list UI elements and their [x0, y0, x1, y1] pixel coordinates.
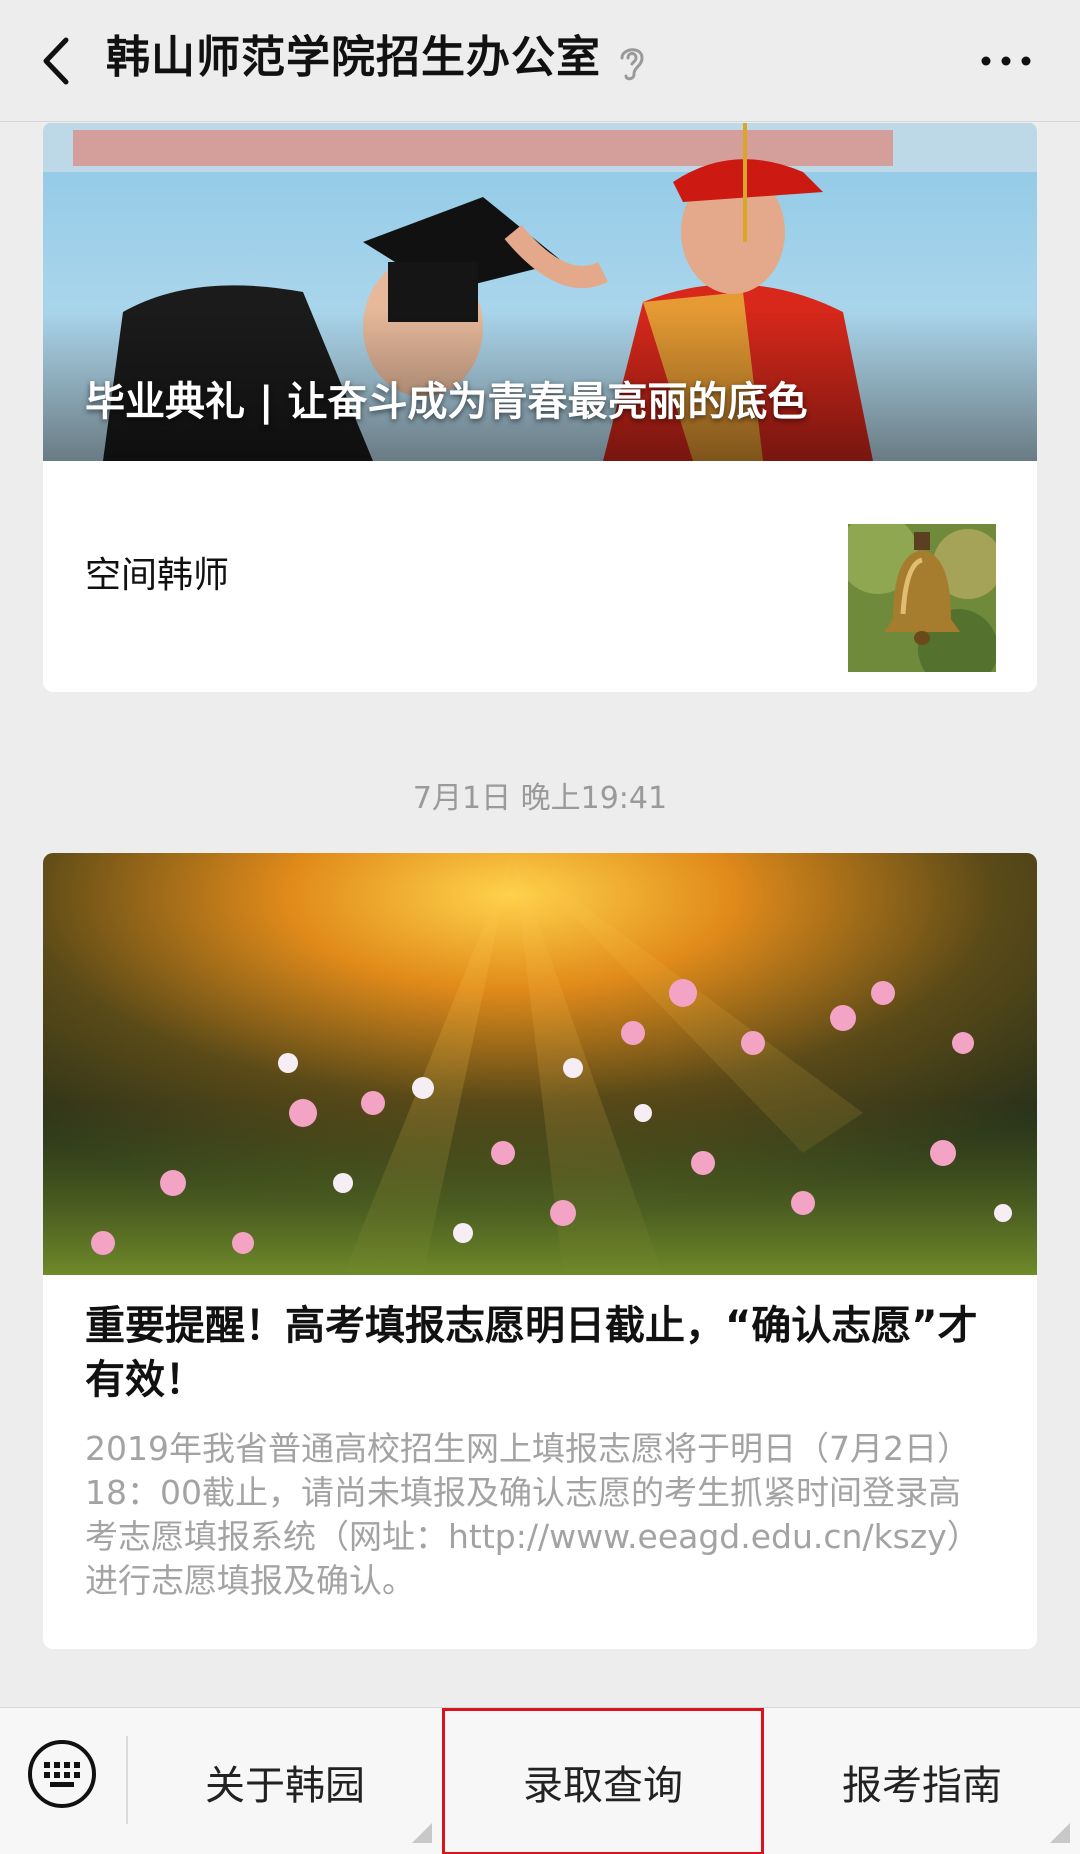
message-feed: 毕业典礼 | 让奋斗成为青春最亮丽的底色 空间韩师 7月1日 晚上19:41 重… [0, 123, 1080, 1707]
sub-article-title: 空间韩师 [85, 555, 230, 596]
article-card[interactable]: 毕业典礼 | 让奋斗成为青春最亮丽的底色 空间韩师 [43, 123, 1037, 692]
menu-item-application-guide[interactable]: 报考指南 [764, 1708, 1080, 1854]
article-summary: 2019年我省普通高校招生网上填报志愿将于明日（7月2日）18：00截止，请尚未… [85, 1429, 964, 1600]
menu-item-admission-query[interactable]: 录取查询 [442, 1708, 764, 1854]
graduation-cover-image[interactable]: 毕业典礼 | 让奋斗成为青春最亮丽的底色 [43, 123, 1037, 461]
page-title: 韩山师范学院招生办公室 [106, 32, 601, 83]
message-timestamp: 7月1日 晚上19:41 [412, 781, 668, 816]
submenu-indicator-icon [1050, 1823, 1070, 1843]
ear-icon[interactable] [614, 40, 650, 84]
article-card[interactable]: 重要提醒！高考填报志愿明日截止，“确认志愿”才有效！ 2019年我省普通高校招生… [43, 853, 1037, 1649]
more-dots-icon [981, 56, 1031, 66]
sub-article-item[interactable]: 空间韩师 [43, 461, 1037, 692]
menu-item-label: 报考指南 [842, 1762, 1002, 1809]
keyboard-icon [28, 1740, 96, 1808]
submenu-indicator-icon [412, 1823, 432, 1843]
menu-item-label: 关于韩园 [205, 1762, 365, 1809]
flowers-cover-image[interactable] [43, 853, 1037, 1275]
chevron-left-icon [43, 37, 69, 85]
menu-item-about[interactable]: 关于韩园 [128, 1708, 442, 1854]
menu-item-label: 录取查询 [523, 1762, 683, 1809]
top-bar: 韩山师范学院招生办公室 [0, 0, 1080, 122]
cover-title: 毕业典礼 | 让奋斗成为青春最亮丽的底色 [85, 379, 808, 425]
bell-thumbnail-image [848, 524, 996, 672]
back-button[interactable] [26, 26, 96, 96]
article-title: 重要提醒！高考填报志愿明日截止，“确认志愿”才有效！ [85, 1303, 978, 1403]
more-button[interactable] [976, 36, 1036, 86]
keyboard-toggle-button[interactable] [26, 1738, 98, 1810]
bottom-menu-bar: 关于韩园 录取查询 报考指南 [0, 1707, 1080, 1854]
